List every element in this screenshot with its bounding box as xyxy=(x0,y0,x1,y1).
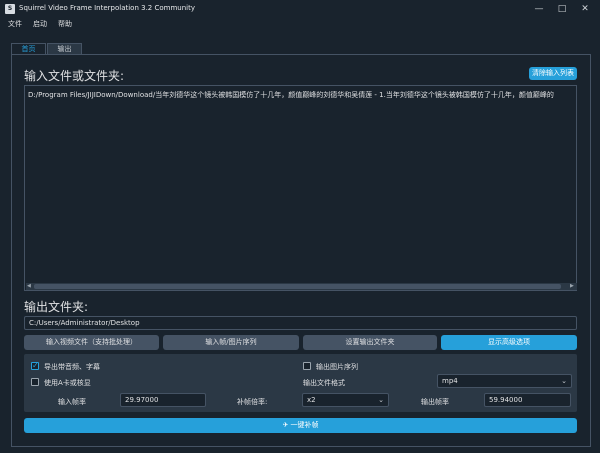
input-fps-label: 输入帧率 xyxy=(58,398,86,406)
horizontal-scrollbar[interactable]: ◀ ▶ xyxy=(26,283,577,290)
input-fps-field[interactable]: 29.97000 xyxy=(120,393,206,407)
scroll-right-icon[interactable]: ▶ xyxy=(570,283,574,290)
export-audio-subs-label: 导出带音频、字幕 xyxy=(44,363,100,371)
multiplier-value: x2 xyxy=(307,396,316,404)
one-click-interpolate-label: 一键补帧 xyxy=(290,421,319,429)
maximize-button[interactable]: □ xyxy=(551,0,573,18)
use-amd-label: 使用A卡或核显 xyxy=(44,379,91,387)
multiplier-select[interactable]: x2 ⌄ xyxy=(302,393,389,407)
chevron-down-icon: ⌄ xyxy=(378,396,384,404)
output-fps-field[interactable]: 59.94000 xyxy=(484,393,571,407)
one-click-interpolate-button[interactable]: ✈ 一键补帧 xyxy=(24,418,577,433)
menu-file[interactable]: 文件 xyxy=(8,18,22,32)
input-section-title: 输入文件或文件夹: xyxy=(24,69,125,83)
scrollbar-thumb[interactable] xyxy=(34,284,561,289)
rocket-icon: ✈ xyxy=(282,421,289,429)
output-folder-field[interactable]: C:/Users/Administrator/Desktop xyxy=(24,316,577,330)
input-frames-button[interactable]: 输入帧/图片序列 xyxy=(163,335,299,350)
multiplier-label: 补帧倍率: xyxy=(237,398,268,406)
output-format-label: 输出文件格式 xyxy=(303,379,345,387)
chevron-down-icon: ⌄ xyxy=(561,377,567,385)
window-title: Squirrel Video Frame Interpolation 3.2 C… xyxy=(19,4,195,12)
output-format-select[interactable]: mp4 ⌄ xyxy=(437,374,572,388)
close-button[interactable]: ✕ xyxy=(574,0,596,18)
output-format-value: mp4 xyxy=(442,377,458,385)
menu-help[interactable]: 帮助 xyxy=(58,18,72,32)
minimize-button[interactable]: — xyxy=(528,0,550,18)
output-image-seq-label: 输出图片序列 xyxy=(316,363,358,371)
input-video-button[interactable]: 输入视频文件（支持批处理） xyxy=(24,335,159,350)
output-image-seq-checkbox[interactable] xyxy=(303,362,311,370)
use-amd-checkbox[interactable] xyxy=(31,378,39,386)
input-file-list[interactable]: D:/Program Files/JIJIDown/Download/当年刘德华… xyxy=(24,85,577,291)
list-item[interactable]: D:/Program Files/JIJIDown/Download/当年刘德华… xyxy=(28,90,573,100)
app-icon: S xyxy=(5,4,15,14)
show-advanced-options-button[interactable]: 显示高级选项 xyxy=(441,335,577,350)
output-fps-label: 输出帧率 xyxy=(421,398,449,406)
clear-input-list-button[interactable]: 清除输入列表 xyxy=(529,67,577,80)
output-section-title: 输出文件夹: xyxy=(24,300,89,314)
export-audio-subs-checkbox[interactable]: ✓ xyxy=(31,361,39,370)
menu-bar xyxy=(0,18,600,32)
check-icon: ✓ xyxy=(32,361,39,370)
menu-launch[interactable]: 启动 xyxy=(33,18,47,32)
scroll-left-icon[interactable]: ◀ xyxy=(27,283,31,290)
set-output-folder-button[interactable]: 设置输出文件夹 xyxy=(303,335,437,350)
